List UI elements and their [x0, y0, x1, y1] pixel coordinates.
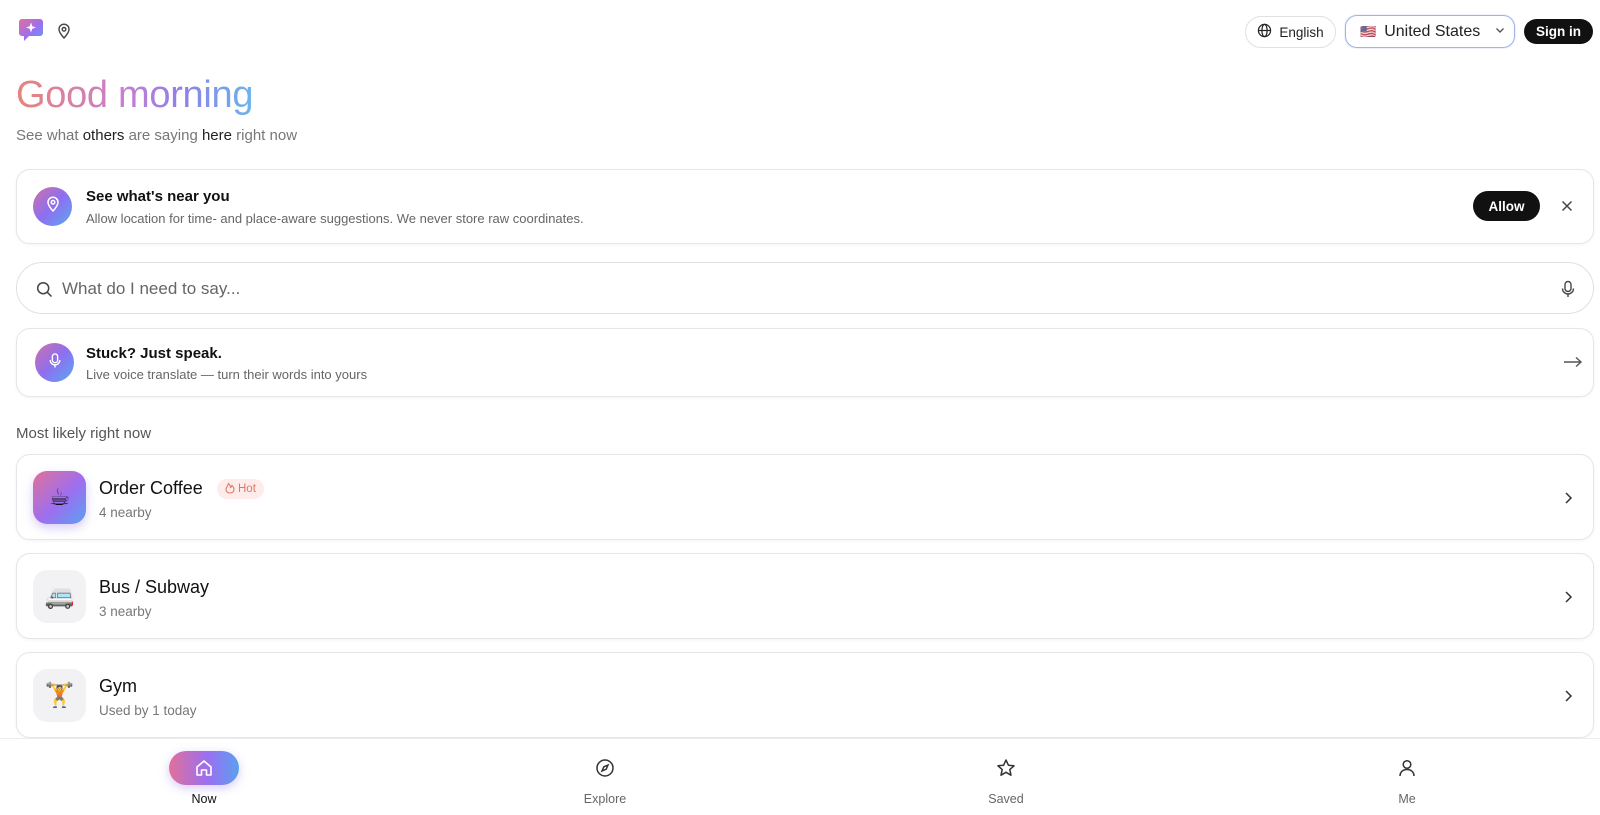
search-bar	[16, 262, 1594, 314]
nav-tab-me[interactable]: Me	[1347, 739, 1467, 815]
country-select[interactable]: 🇺🇸 United States	[1345, 15, 1515, 48]
suggestion-title: Bus / Subway	[99, 577, 210, 597]
app-logo-icon[interactable]	[18, 18, 44, 42]
voice-card-description: Live voice translate — turn their words …	[86, 367, 368, 382]
subtitle-text: are saying	[124, 127, 202, 144]
chevron-right-icon	[1563, 491, 1573, 510]
greeting-subtitle: See what others are saying here right no…	[16, 127, 297, 144]
globe-icon	[1257, 23, 1272, 41]
language-label: English	[1279, 24, 1324, 40]
suggestion-title: Order Coffee	[99, 478, 203, 498]
greeting-title: Good morning	[16, 74, 254, 116]
chevron-right-icon	[1563, 590, 1573, 609]
top-bar: English 🇺🇸 United States Sign in	[0, 0, 1600, 62]
sign-in-button[interactable]: Sign in	[1524, 19, 1593, 44]
search-icon	[36, 281, 53, 303]
chevron-right-icon	[1563, 689, 1573, 708]
suggestion-subtitle: 3 nearby	[99, 604, 152, 619]
coffee-icon: ☕	[33, 471, 86, 524]
microphone-icon	[48, 352, 62, 374]
location-prompt-card: See what's near you Allow location for t…	[16, 169, 1594, 244]
home-icon	[169, 751, 239, 785]
nav-tab-now[interactable]: Now	[144, 739, 264, 815]
search-input[interactable]	[62, 274, 1522, 304]
bus-icon: 🚐	[33, 570, 86, 623]
subtitle-emphasis-others: others	[82, 127, 125, 144]
suggestion-row-gym[interactable]: 🏋️ Gym Used by 1 today	[16, 652, 1594, 738]
subtitle-text: right now	[232, 127, 298, 144]
user-icon	[1372, 751, 1442, 785]
voice-card-title: Stuck? Just speak.	[86, 345, 222, 362]
arrow-right-icon	[1563, 355, 1583, 374]
location-badge	[33, 187, 72, 226]
compass-icon	[570, 751, 640, 785]
country-label: United States	[1384, 22, 1481, 40]
close-icon[interactable]	[1559, 198, 1575, 214]
hot-badge-label: Hot	[238, 483, 256, 495]
location-pin-icon[interactable]	[56, 23, 72, 40]
suggestion-row-bus-subway[interactable]: 🚐 Bus / Subway 3 nearby	[16, 553, 1594, 639]
voice-badge	[35, 343, 74, 382]
microphone-icon[interactable]	[1560, 280, 1576, 303]
star-icon	[971, 751, 1041, 785]
allow-location-button[interactable]: Allow	[1473, 191, 1540, 221]
language-button[interactable]: English	[1245, 16, 1336, 48]
hot-badge: Hot	[217, 479, 264, 499]
flame-icon	[225, 481, 235, 497]
location-prompt-title: See what's near you	[86, 188, 230, 205]
suggestion-title: Gym	[99, 676, 137, 696]
voice-translate-card[interactable]: Stuck? Just speak. Live voice translate …	[16, 328, 1594, 397]
suggestion-row-order-coffee[interactable]: ☕ Order Coffee Hot 4 nearby	[16, 454, 1594, 540]
nav-label: Saved	[988, 792, 1024, 806]
us-flag-icon: 🇺🇸	[1360, 23, 1377, 39]
chevron-down-icon	[1494, 23, 1506, 41]
nav-label: Explore	[583, 792, 627, 806]
nav-tab-saved[interactable]: Saved	[946, 739, 1066, 815]
nav-tab-explore[interactable]: Explore	[545, 739, 665, 815]
suggestion-subtitle: Used by 1 today	[99, 703, 197, 718]
nav-label: Now	[191, 792, 217, 806]
nav-label: Me	[1398, 792, 1416, 806]
location-prompt-description: Allow location for time- and place-aware…	[86, 211, 584, 226]
bottom-navigation: Now Explore Saved Me	[0, 738, 1600, 815]
section-heading: Most likely right now	[16, 425, 152, 442]
weightlifter-icon: 🏋️	[33, 669, 86, 722]
suggestion-subtitle: 4 nearby	[99, 505, 152, 520]
subtitle-emphasis-here: here	[201, 127, 232, 144]
location-pin-icon	[45, 196, 61, 217]
subtitle-text: See what	[16, 127, 83, 144]
